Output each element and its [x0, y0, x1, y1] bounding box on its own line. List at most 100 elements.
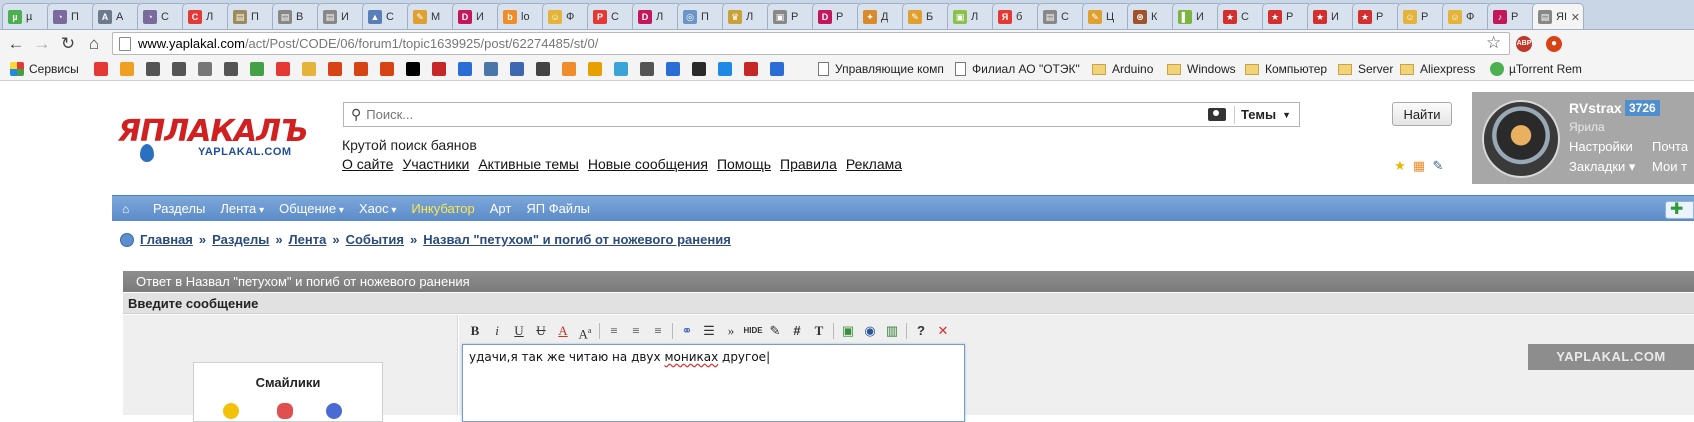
browser-tab[interactable]: ☺ Р: [1397, 3, 1447, 29]
home-icon[interactable]: ⌂: [84, 34, 104, 54]
browser-tab[interactable]: ▤ В: [272, 3, 322, 29]
bookmarks-link[interactable]: Закладки ▾: [1569, 159, 1635, 175]
bookmark-services[interactable]: Сервисы: [10, 61, 79, 77]
bookmark-icon-link[interactable]: [588, 61, 607, 77]
browser-tab[interactable]: ✎ М: [407, 3, 457, 29]
search-input[interactable]: [366, 107, 1208, 122]
browser-tab[interactable]: ★ Р: [1262, 3, 1312, 29]
bookmark-icon-link[interactable]: [666, 61, 685, 77]
bookmark-icon-link[interactable]: [354, 61, 373, 77]
bookmark-icon-link[interactable]: [328, 61, 347, 77]
browser-tab[interactable]: ▤ С: [1037, 3, 1087, 29]
site-logo[interactable]: ЯПЛАКАЛЪ YAPLAKAL.COM: [118, 114, 318, 164]
browser-tab[interactable]: CЛ: [182, 3, 232, 29]
browser-tab[interactable]: ⊛ К: [1127, 3, 1177, 29]
browser-tab[interactable]: ♛ Л: [722, 3, 772, 29]
breadcrumb-topic[interactable]: Назвал "петухом" и погиб от ножевого ран…: [423, 232, 731, 247]
bookmark-icon-link[interactable]: [640, 61, 659, 77]
search-scope-select[interactable]: Темы: [1241, 107, 1276, 122]
browser-tab[interactable]: ◔ П: [47, 3, 97, 29]
bookmark-icon-link[interactable]: [94, 61, 113, 77]
browser-tab[interactable]: ♪ Р: [1487, 3, 1537, 29]
bookmark-icon-link[interactable]: [770, 61, 789, 77]
hide-icon[interactable]: HIDE: [742, 321, 764, 341]
bookmark-aliexpress[interactable]: Aliexpress: [1400, 61, 1475, 77]
bookmark-icon-link[interactable]: [276, 61, 295, 77]
bookmark-icon-link[interactable]: [484, 61, 503, 77]
browser-tab[interactable]: ▣ Л: [947, 3, 997, 29]
star-icon[interactable]: ★: [1393, 159, 1407, 173]
bold-icon[interactable]: B: [464, 321, 486, 341]
avatar[interactable]: [1482, 100, 1560, 178]
nav-sections[interactable]: Разделы: [153, 201, 205, 216]
bookmark-control-computers[interactable]: Управляющие комп: [818, 61, 944, 77]
align-right-icon[interactable]: ≡: [647, 321, 669, 341]
align-left-icon[interactable]: ≡: [603, 321, 625, 341]
close-icon[interactable]: ✕: [932, 321, 954, 341]
bookmark-icon-link[interactable]: [562, 61, 581, 77]
bookmark-windows[interactable]: Windows: [1167, 61, 1236, 77]
browser-tab[interactable]: ✎ Ц: [1082, 3, 1132, 29]
browser-tab[interactable]: ◎ П: [677, 3, 727, 29]
browser-tab[interactable]: ◔ С: [137, 3, 187, 29]
find-button[interactable]: Найти: [1392, 102, 1452, 126]
tagline[interactable]: Крутой поиск баянов: [342, 137, 477, 153]
breadcrumb-feed[interactable]: Лента: [289, 232, 327, 247]
reload-icon[interactable]: ↻: [58, 34, 78, 54]
bookmark-icon-link[interactable]: [718, 61, 737, 77]
nav-feed[interactable]: Лента: [220, 201, 264, 216]
text-icon[interactable]: T: [808, 321, 830, 341]
pencil-icon[interactable]: ✎: [1431, 159, 1445, 173]
help-icon[interactable]: ?: [910, 321, 932, 341]
top-link[interactable]: Реклама: [846, 156, 902, 172]
browser-tab[interactable]: ▤ И: [317, 3, 367, 29]
smiley-blue-icon[interactable]: [326, 403, 342, 419]
video-icon[interactable]: ▥: [881, 321, 903, 341]
browser-tab[interactable]: Яб: [992, 3, 1042, 29]
image-icon[interactable]: ▣: [837, 321, 859, 341]
bookmark-icon-link[interactable]: [744, 61, 763, 77]
bookmark-icon-link[interactable]: [198, 61, 217, 77]
quote-icon[interactable]: »: [720, 321, 742, 341]
browser-tab[interactable]: ✎ Б: [902, 3, 952, 29]
browser-tab[interactable]: ★ Р: [1352, 3, 1402, 29]
align-center-icon[interactable]: ≡: [625, 321, 647, 341]
browser-tab[interactable]: ✦ Д: [857, 3, 907, 29]
browser-tab[interactable]: ▌ И: [1172, 3, 1222, 29]
back-arrow-icon[interactable]: ←: [6, 34, 26, 54]
smiley-icon[interactable]: [223, 403, 239, 419]
browser-tab[interactable]: µµ: [2, 3, 52, 29]
bookmark-icon-link[interactable]: [302, 61, 321, 77]
top-link[interactable]: Участники: [402, 156, 469, 172]
bookmark-icon-link[interactable]: [406, 61, 425, 77]
bookmark-icon-link[interactable]: [172, 61, 191, 77]
settings-link[interactable]: Настройки: [1569, 139, 1633, 154]
bookmark-computer[interactable]: Компьютер: [1245, 61, 1327, 77]
breadcrumb-events[interactable]: События: [346, 232, 404, 247]
bookmark-icon-link[interactable]: [614, 61, 633, 77]
browser-tab[interactable]: ★ С: [1217, 3, 1267, 29]
message-textarea[interactable]: удачи,я так же читаю на двух мониках дру…: [462, 344, 965, 422]
browser-tab[interactable]: DИ: [452, 3, 502, 29]
bookmark-arduino[interactable]: Arduino: [1092, 61, 1153, 77]
list-icon[interactable]: ☰: [698, 321, 720, 341]
new-post-button[interactable]: ✚: [1665, 201, 1694, 219]
underline-icon[interactable]: U: [508, 321, 530, 341]
bookmark-icon-link[interactable]: [432, 61, 451, 77]
bookmark-icon-link[interactable]: [250, 61, 269, 77]
bookmark-icon-link[interactable]: [146, 61, 165, 77]
bookmark-otek-branch[interactable]: Филиал АО "ОТЭК": [955, 61, 1080, 77]
nav-files[interactable]: ЯП Файлы: [526, 201, 590, 216]
browser-tab[interactable]: ☺ Ф: [1442, 3, 1492, 29]
bookmark-icon-link[interactable]: [380, 61, 399, 77]
bookmark-icon-link[interactable]: [692, 61, 711, 77]
address-bar[interactable]: www.yaplakal.com/act/Post/CODE/06/forum1…: [112, 32, 1510, 55]
bookmark-icon-link[interactable]: [224, 61, 243, 77]
browser-tab[interactable]: ▤ ЯI ✕: [1532, 3, 1584, 29]
browser-tab[interactable]: b lo: [497, 3, 547, 29]
browser-tab[interactable]: ☺ Ф: [542, 3, 592, 29]
close-tab-icon[interactable]: ✕: [1571, 11, 1580, 24]
nav-chaos[interactable]: Хаос: [359, 201, 396, 216]
nav-art[interactable]: Арт: [490, 201, 512, 216]
browser-tab[interactable]: DР: [812, 3, 862, 29]
